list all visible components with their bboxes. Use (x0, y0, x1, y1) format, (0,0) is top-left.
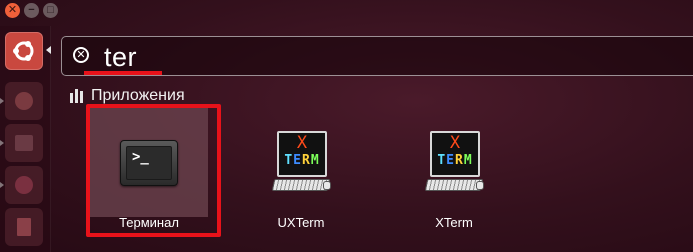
xterm-term-text: TERM (284, 153, 320, 168)
running-indicator-icon (0, 182, 4, 188)
search-highlight-underline (84, 71, 162, 75)
xterm-x-text: X (449, 133, 461, 153)
clear-icon[interactable]: ✕ (73, 47, 89, 63)
xterm-term-text: TERM (437, 153, 473, 168)
maximize-icon[interactable]: □ (43, 3, 58, 18)
xterm-icon: X TERM (424, 131, 484, 197)
selection-highlight-box (86, 104, 221, 237)
window-controls: ✕ − □ (5, 3, 58, 18)
applications-icon (70, 89, 83, 103)
app-uxterm[interactable]: X TERM UXTerm (242, 107, 360, 230)
app-label: UXTerm (277, 215, 325, 230)
app-icon[interactable] (5, 82, 43, 120)
category-label: Приложения (91, 87, 185, 104)
launcher (0, 26, 51, 252)
search-box[interactable]: ✕ ter (61, 36, 693, 76)
running-indicator-icon (0, 98, 4, 104)
app-icon[interactable] (5, 124, 43, 162)
active-indicator-icon (46, 46, 51, 54)
app-xterm[interactable]: X TERM XTerm (395, 107, 513, 230)
running-indicator-icon (0, 140, 4, 146)
category-header: Приложения (70, 87, 185, 105)
search-input[interactable]: ter (104, 42, 137, 73)
xterm-x-text: X (296, 133, 308, 153)
close-icon[interactable]: ✕ (5, 3, 20, 18)
xterm-icon: X TERM (271, 131, 331, 197)
ubuntu-dash-icon[interactable] (5, 32, 43, 70)
app-label: XTerm (435, 215, 473, 230)
minimize-icon[interactable]: − (24, 3, 39, 18)
app-icon[interactable] (5, 208, 43, 246)
app-icon[interactable] (5, 166, 43, 204)
